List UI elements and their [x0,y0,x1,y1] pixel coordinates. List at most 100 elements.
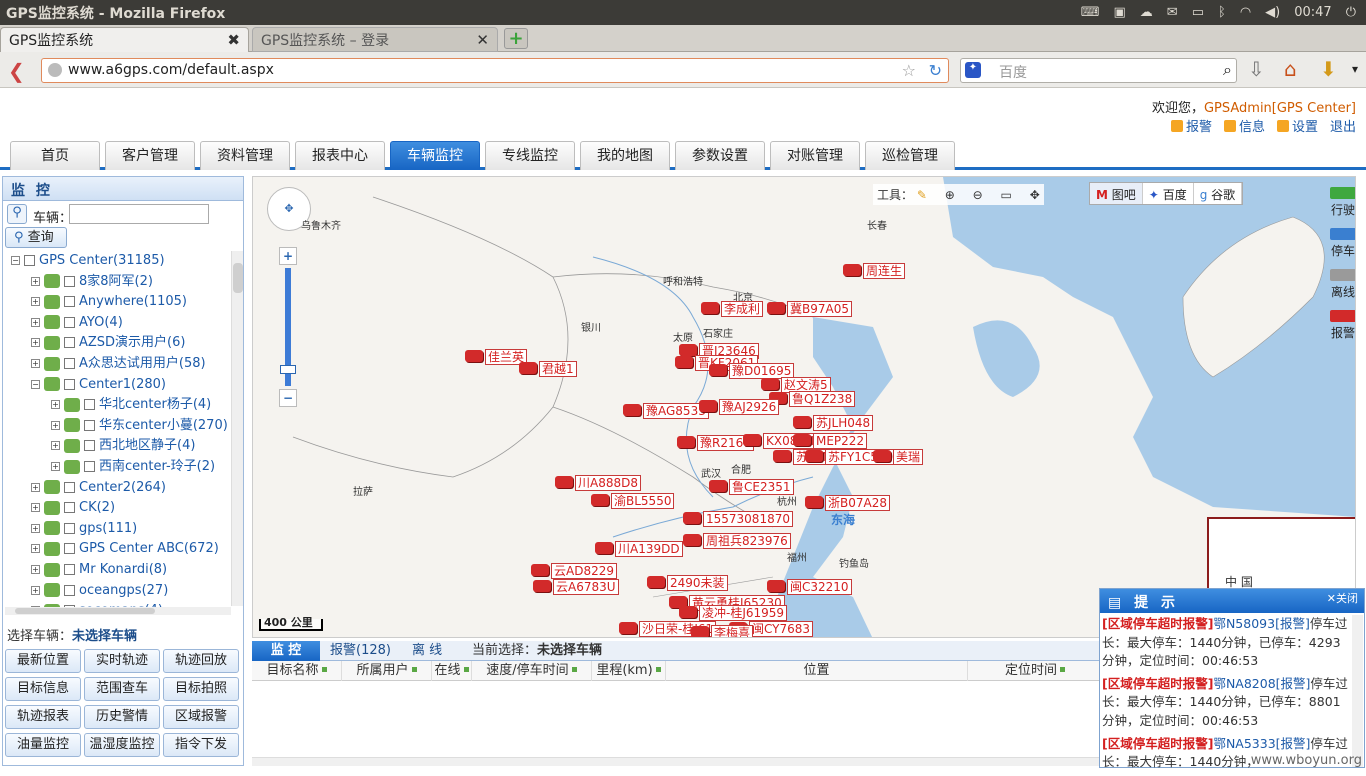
tree-checkbox[interactable] [64,316,75,328]
wifi-icon[interactable]: ◠ [1240,5,1251,20]
power-icon[interactable]: ⏻ [1346,5,1356,20]
vehicle-car-icon[interactable] [691,626,709,637]
tree-checkbox[interactable] [64,502,75,514]
vehicle-label[interactable]: 云AD8229 [551,563,617,579]
vehicle-label[interactable]: 鲁CE2351 [729,479,794,495]
pencil-icon[interactable]: ✎ [917,188,927,202]
vehicle-label[interactable]: 渝BL5550 [611,493,675,509]
latest-position-button[interactable]: 最新位置 [5,649,81,673]
tree-node[interactable]: + 西北地区静子(4) [51,436,195,456]
tree-node[interactable]: + Mr Konardi(8) [31,560,167,580]
zoom-out-button[interactable]: − [279,389,297,407]
bookmark-star-icon[interactable]: ☆ [902,61,916,80]
tree-node[interactable]: + GPS Center ABC(672) [31,539,219,559]
battery-icon[interactable]: ▭ [1192,5,1204,20]
tree-checkbox[interactable] [64,296,75,308]
vehicle-car-icon[interactable] [683,534,701,546]
vehicle-car-icon[interactable] [701,302,719,314]
menu-inspection[interactable]: 巡检管理 [865,141,955,170]
vehicle-car-icon[interactable] [675,356,693,368]
menu-line-monitor[interactable]: 专线监控 [485,141,575,170]
target-info-button[interactable]: 目标信息 [5,677,81,701]
tree-node[interactable]: + A众思达试用用户(58) [31,354,206,374]
keyboard-icon[interactable]: ⌨ [1081,5,1100,20]
tree-node[interactable]: + AZSD演示用户(6) [31,333,185,353]
vehicle-car-icon[interactable] [465,350,483,362]
menu-customers[interactable]: 客户管理 [105,141,195,170]
expand-toggle-icon[interactable]: + [51,441,60,451]
tree-checkbox[interactable] [64,584,75,596]
expand-toggle-icon[interactable]: + [31,317,40,327]
bluetooth-icon[interactable]: ᛒ [1218,5,1226,20]
vehicle-car-icon[interactable] [767,302,785,314]
tab-offline[interactable]: 离 线 [402,641,452,661]
tab-alarms[interactable]: 报警(128) [320,641,401,661]
zoom-in-button[interactable]: + [279,247,297,265]
vehicle-label[interactable]: 闽CY7683 [749,621,814,637]
vehicle-label[interactable]: 凌冲-桂J61959 [699,605,788,621]
expand-toggle-icon[interactable]: + [31,544,40,554]
query-button[interactable]: ⚲ 查询 [5,227,67,248]
vehicle-car-icon[interactable] [679,606,697,618]
clipboard-icon[interactable]: ▣ [1114,5,1126,20]
col-time[interactable]: 定位时间 [968,661,1102,681]
vehicle-car-icon[interactable] [623,404,641,416]
close-button[interactable]: ✕关闭 [1327,590,1358,606]
map-type-baidu[interactable]: ✦ 百度 [1143,183,1194,204]
tree-checkbox[interactable] [64,481,75,493]
search-icon[interactable]: ⌕ [1223,60,1232,80]
map-type-google[interactable]: g 谷歌 [1194,183,1243,204]
vehicle-car-icon[interactable] [709,480,727,492]
vehicle-label[interactable]: 川A139DD [615,541,683,557]
zoom-knob[interactable] [280,365,296,374]
expand-toggle-icon[interactable]: − [31,379,40,389]
mail-icon[interactable]: ✉ [1167,5,1178,20]
reload-icon[interactable]: ↻ [929,61,942,80]
legend-item[interactable]: 行驶 [1329,187,1355,218]
vehicle-label[interactable]: 冀B97A05 [787,301,852,317]
table-hscrollbar[interactable] [252,757,1102,766]
vehicle-car-icon[interactable] [773,450,791,462]
clock[interactable]: 00:47 [1294,5,1331,20]
vehicle-car-icon[interactable] [767,580,785,592]
vehicle-label[interactable]: 周祖兵823976 [703,533,791,549]
map-view[interactable]: ✥ + − 400 公里 乌鲁木齐 长春 呼和浩特 北京 银川 太原 石家庄 拉… [252,176,1356,638]
vehicle-car-icon[interactable] [591,494,609,506]
tree-node[interactable]: + oceangps(27) [31,581,168,601]
tab-monitor[interactable]: 监 控 [252,641,320,661]
fuel-monitor-button[interactable]: 油量监控 [5,733,81,757]
col-online[interactable]: 在线 [432,661,472,681]
logout-link[interactable]: 退出 [1330,116,1356,135]
vehicle-car-icon[interactable] [843,264,861,276]
expand-toggle-icon[interactable]: + [31,338,40,348]
settings-link[interactable]: 设置 [1276,116,1318,135]
expand-toggle-icon[interactable]: + [51,400,60,410]
fullmap-icon[interactable]: ✥ [1030,188,1040,202]
vehicle-car-icon[interactable] [595,542,613,554]
tree-checkbox[interactable] [84,399,95,411]
user-name[interactable]: GPSAdmin[GPS Center] [1204,101,1356,116]
col-user[interactable]: 所属用户 [342,661,432,681]
tree-scrollbar[interactable] [231,251,243,606]
zoom-control[interactable]: + − [279,247,297,409]
expand-toggle-icon[interactable]: + [31,276,40,286]
vehicle-label[interactable]: 鲁Q1Z238 [789,391,856,407]
addon-icon[interactable]: ⬇ [1320,57,1337,81]
menu-vehicle-monitor[interactable]: 车辆监控 [390,141,480,170]
close-tab-icon[interactable]: ✕ [476,31,489,49]
vehicle-label[interactable]: 苏JLH048 [813,415,874,431]
vehicle-label[interactable]: 川A888D8 [575,475,641,491]
temp-monitor-button[interactable]: 温湿度监控 [84,733,160,757]
vehicle-label[interactable]: 2490未装 [667,575,728,591]
tab-login[interactable]: GPS监控系统 – 登录 ✕ [252,27,498,52]
history-alarm-button[interactable]: 历史警情 [84,705,160,729]
tree-checkbox[interactable] [64,564,75,575]
vehicle-car-icon[interactable] [793,416,811,428]
alert-scrollbar[interactable] [1352,615,1363,767]
download-icon[interactable]: ⇩ [1248,57,1265,81]
range-search-button[interactable]: 范围查车 [84,677,160,701]
tree-node[interactable]: + gps(111) [31,519,137,539]
vehicle-car-icon[interactable] [761,378,779,390]
tree-checkbox[interactable] [64,358,75,369]
volume-icon[interactable]: ◀) [1265,5,1280,20]
